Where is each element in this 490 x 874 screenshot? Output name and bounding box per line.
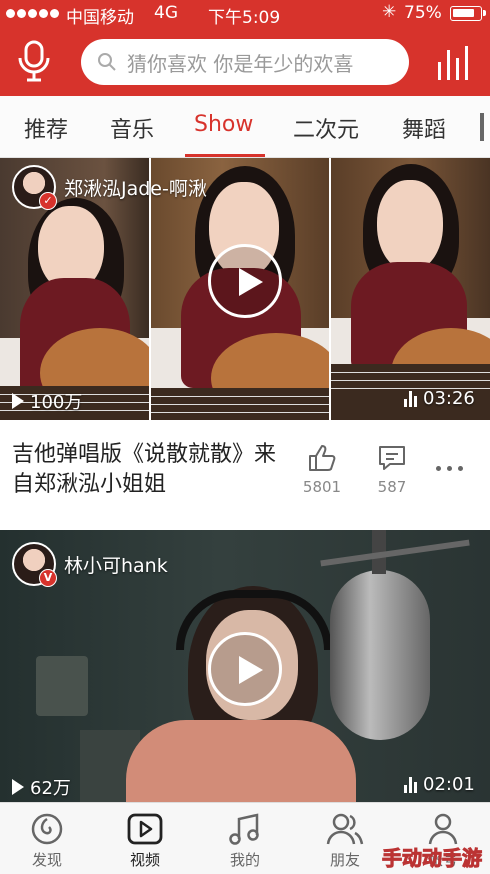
- more-options-button[interactable]: [436, 466, 463, 471]
- verified-badge-icon: ✓: [39, 192, 57, 210]
- video-icon: [127, 813, 163, 845]
- tab-anime[interactable]: 二次元: [293, 112, 359, 144]
- signal-icon: [6, 5, 59, 18]
- nav-my-music[interactable]: 我的: [210, 811, 280, 870]
- friends-icon: [326, 813, 364, 845]
- verified-badge-icon: V: [39, 569, 57, 587]
- tab-recommend[interactable]: 推荐: [24, 112, 68, 144]
- play-count-icon: [12, 393, 24, 409]
- nav-friends[interactable]: 朋友: [310, 811, 380, 870]
- discover-icon: [31, 813, 63, 845]
- nav-label: 发现: [31, 851, 62, 869]
- nav-video[interactable]: 视频: [110, 811, 180, 870]
- nav-discover[interactable]: 发现: [12, 811, 82, 870]
- audio-bars-icon: [404, 776, 417, 793]
- battery-percent: 75%: [404, 3, 442, 23]
- video-author[interactable]: ✓ 郑湫泓Jade-啊湫: [12, 165, 207, 210]
- play-count: 62万: [12, 774, 71, 800]
- category-tabs: 推荐 音乐 Show 二次元 舞蹈: [0, 96, 490, 158]
- tab-music[interactable]: 音乐: [110, 112, 154, 144]
- video-card-thumbnail[interactable]: ✓ 郑湫泓Jade-啊湫 100万 03:26: [0, 158, 490, 420]
- active-tab-indicator: [185, 154, 265, 157]
- play-count-icon: [12, 779, 24, 795]
- tabs-overflow-edge: [480, 113, 484, 141]
- search-placeholder: 猜你喜欢 你是年少的欢喜: [127, 51, 354, 76]
- play-count: 100万: [12, 388, 82, 414]
- like-count: 5801: [302, 478, 342, 496]
- thumbs-up-icon: [309, 445, 336, 471]
- avatar[interactable]: ✓: [12, 165, 57, 210]
- duration-value: 03:26: [423, 388, 475, 409]
- avatar[interactable]: V: [12, 542, 57, 587]
- play-button[interactable]: [208, 632, 282, 706]
- play-button[interactable]: [208, 244, 282, 318]
- status-bar: 中国移动 4G 下午5:09 ✳ 75%: [0, 0, 490, 28]
- svg-text:手动动手游: 手动动手游: [382, 846, 482, 870]
- comment-button[interactable]: 587: [362, 444, 422, 496]
- loading-icon: ✳: [382, 2, 397, 22]
- duration-value: 02:01: [423, 774, 475, 795]
- comment-count: 587: [377, 478, 407, 496]
- author-name[interactable]: 郑湫泓Jade-啊湫: [64, 174, 207, 201]
- equalizer-icon: [438, 46, 468, 80]
- video-duration: 02:01: [404, 774, 475, 795]
- nav-label: 视频: [129, 851, 160, 869]
- thumbnail-frame: [331, 158, 490, 420]
- now-playing-button[interactable]: [436, 46, 474, 80]
- search-icon: [98, 53, 116, 71]
- more-dots-icon: [436, 466, 441, 471]
- video-card-thumbnail[interactable]: V 林小可hank 62万 02:01: [0, 530, 490, 802]
- search-input[interactable]: 猜你喜欢 你是年少的欢喜: [81, 39, 409, 85]
- like-button[interactable]: 5801: [292, 444, 352, 496]
- network-label: 4G: [154, 3, 178, 23]
- voice-search-button[interactable]: [14, 40, 54, 84]
- play-count-value: 100万: [30, 392, 83, 413]
- battery-icon: [450, 6, 486, 21]
- watermark-logo: 手动动手游: [382, 846, 483, 871]
- tab-show[interactable]: Show: [194, 112, 253, 137]
- audio-bars-icon: [404, 390, 417, 407]
- video-author[interactable]: V 林小可hank: [12, 542, 168, 587]
- comment-icon: [379, 446, 405, 470]
- clock: 下午5:09: [208, 8, 281, 28]
- video-title[interactable]: 吉他弹唱版《说散就散》来自郑湫泓小姐姐: [12, 440, 292, 500]
- nav-label: 朋友: [329, 851, 360, 869]
- nav-label: 我的: [229, 851, 260, 869]
- music-note-icon: [229, 813, 259, 845]
- tab-dance[interactable]: 舞蹈: [402, 112, 446, 144]
- video-duration: 03:26: [404, 388, 475, 409]
- author-name[interactable]: 林小可hank: [64, 551, 168, 578]
- app-header: 猜你喜欢 你是年少的欢喜: [0, 28, 490, 96]
- play-count-value: 62万: [30, 778, 71, 799]
- carrier-label: 中国移动: [66, 8, 134, 28]
- microphone-icon: [18, 40, 50, 82]
- video-info: 吉他弹唱版《说散就散》来自郑湫泓小姐姐 5801 587: [0, 420, 490, 530]
